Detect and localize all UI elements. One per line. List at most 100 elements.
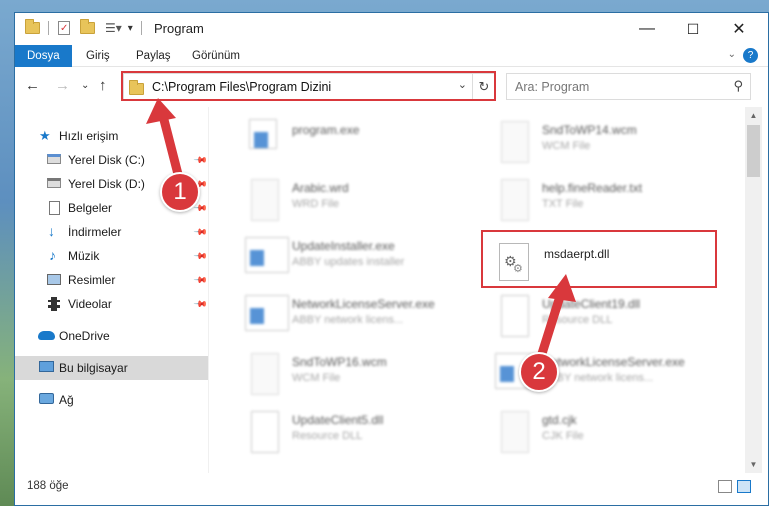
file-type: WRD File bbox=[292, 198, 340, 210]
sidebar-item-downloads[interactable]: ↓ İndirmeler 📌 bbox=[15, 220, 208, 244]
sidebar-item-label: Belgeler bbox=[68, 201, 113, 215]
file-type: TXT File bbox=[542, 198, 584, 210]
file-type: Resource DLL bbox=[292, 430, 363, 442]
up-button[interactable]: ↑ bbox=[99, 77, 107, 94]
tab-home[interactable]: Giriş bbox=[86, 45, 110, 67]
pin-icon[interactable]: 📌 bbox=[193, 296, 208, 312]
scroll-up-icon[interactable]: ▲ bbox=[745, 107, 762, 124]
dll-file-icon bbox=[251, 411, 279, 453]
tab-share[interactable]: Paylaş bbox=[136, 45, 171, 67]
search-icon[interactable]: ⚲ bbox=[733, 78, 743, 94]
sidebar-item-label: OneDrive bbox=[59, 329, 110, 343]
file-name: UpdateClient5.dll bbox=[292, 413, 384, 427]
pin-icon[interactable]: 📌 bbox=[193, 272, 208, 288]
file-icon bbox=[501, 411, 529, 453]
sidebar-item-quick-access[interactable]: ★ Hızlı erişim bbox=[15, 124, 208, 148]
exe-file-icon bbox=[249, 119, 277, 149]
pin-icon[interactable]: 📌 bbox=[193, 224, 208, 240]
toolbar-divider bbox=[140, 21, 142, 35]
tab-file[interactable]: Dosya bbox=[15, 45, 72, 67]
sidebar-item-label: Yerel Disk (D:) bbox=[68, 177, 145, 191]
file-type: CJK File bbox=[542, 430, 584, 442]
sidebar-item-label: İndirmeler bbox=[68, 225, 122, 239]
expand-ribbon-icon[interactable]: ⌄ bbox=[728, 49, 736, 60]
address-highlight-box bbox=[121, 71, 496, 101]
list-item[interactable]: help.fineReader.txt TXT File bbox=[459, 173, 709, 231]
step-2-badge: 2 bbox=[519, 352, 559, 392]
file-type: WCM File bbox=[542, 140, 591, 152]
sidebar-item-this-pc[interactable]: Bu bilgisayar bbox=[15, 356, 208, 380]
list-item[interactable]: program.exe bbox=[209, 115, 459, 173]
file-icon bbox=[501, 121, 529, 163]
sidebar-item-videos[interactable]: Videolar 📌 bbox=[15, 292, 208, 316]
back-button[interactable]: ← bbox=[25, 77, 40, 94]
list-item[interactable]: SndToWP14.wcm WCM File bbox=[459, 115, 709, 173]
sidebar-item-pictures[interactable]: Resimler 📌 bbox=[15, 268, 208, 292]
maximize-button[interactable]: ☐ bbox=[670, 13, 716, 45]
list-item[interactable]: UpdateClient5.dll Resource DLL bbox=[209, 405, 459, 463]
documents-icon bbox=[49, 201, 60, 215]
navigation-pane: ★ Hızlı erişim Yerel Disk (C:) 📌 Yerel D… bbox=[15, 107, 208, 473]
toolbar-dropdown-icon[interactable]: ▾ bbox=[128, 23, 133, 34]
new-folder-icon[interactable] bbox=[80, 19, 95, 34]
list-item[interactable]: gtd.cjk CJK File bbox=[459, 405, 709, 463]
list-item[interactable]: NetworkLicenseServer.exe ABBY network li… bbox=[459, 347, 709, 405]
customize-toolbar-icon[interactable]: ☰▾ bbox=[105, 21, 122, 35]
file-icon bbox=[251, 353, 279, 395]
file-name: SndToWP16.wcm bbox=[292, 355, 387, 369]
properties-icon[interactable]: ✓ bbox=[58, 21, 70, 35]
list-item[interactable]: UpdateClient19.dll Resource DLL bbox=[459, 289, 709, 347]
large-icons-view-icon[interactable] bbox=[737, 480, 751, 493]
window-title: Program bbox=[154, 21, 204, 36]
details-view-icon[interactable] bbox=[718, 480, 732, 493]
help-icon[interactable]: ? bbox=[743, 48, 758, 63]
file-name: NetworkLicenseServer.exe bbox=[542, 355, 685, 369]
list-item[interactable]: UpdateInstaller.exe ABBY updates install… bbox=[209, 231, 459, 289]
file-type: ABBY network licens... bbox=[292, 314, 404, 326]
pin-icon[interactable]: 📌 bbox=[193, 248, 208, 264]
ribbon-tabs: Dosya Giriş Paylaş Görünüm ⌄ ? bbox=[15, 45, 768, 67]
search-placeholder[interactable]: Ara: Program bbox=[515, 80, 589, 94]
sidebar-item-label: Resimler bbox=[68, 273, 116, 287]
forward-button[interactable]: → bbox=[55, 77, 70, 94]
file-type: Resource DLL bbox=[542, 314, 613, 326]
file-type: WCM File bbox=[292, 372, 341, 384]
sidebar-item-network[interactable]: Ağ bbox=[15, 388, 208, 412]
sidebar-item-local-disk-c[interactable]: Yerel Disk (C:) 📌 bbox=[15, 148, 208, 172]
scroll-down-icon[interactable]: ▼ bbox=[745, 456, 762, 473]
cloud-icon bbox=[38, 331, 55, 340]
file-name: UpdateClient19.dll bbox=[542, 297, 641, 311]
toolbar-divider bbox=[48, 21, 49, 35]
star-icon: ★ bbox=[39, 128, 51, 143]
file-name: Arabic.wrd bbox=[292, 181, 349, 195]
item-count: 188 öğe bbox=[27, 480, 69, 492]
folder-icon bbox=[25, 19, 40, 34]
recent-locations-icon[interactable]: ⌄ bbox=[81, 80, 89, 91]
drive-icon bbox=[47, 178, 61, 188]
close-button[interactable]: ✕ bbox=[716, 13, 762, 45]
pin-icon[interactable]: 📌 bbox=[193, 152, 208, 168]
dll-file-icon bbox=[501, 295, 529, 337]
search-box[interactable]: Ara: Program ⚲ bbox=[506, 73, 751, 100]
file-name: UpdateInstaller.exe bbox=[292, 239, 395, 253]
scroll-thumb[interactable] bbox=[747, 125, 760, 177]
file-name: NetworkLicenseServer.exe bbox=[292, 297, 435, 311]
download-icon: ↓ bbox=[48, 223, 55, 239]
file-list: program.exe Arabic.wrd WRD File UpdateIn… bbox=[209, 107, 745, 473]
pictures-icon bbox=[47, 274, 61, 285]
computer-icon bbox=[39, 361, 54, 372]
sidebar-item-onedrive[interactable]: OneDrive bbox=[15, 324, 208, 348]
file-name: gtd.cjk bbox=[542, 413, 577, 427]
network-icon bbox=[39, 393, 54, 404]
sidebar-item-music[interactable]: ♪ Müzik 📌 bbox=[15, 244, 208, 268]
exe-file-icon bbox=[245, 237, 289, 273]
minimize-button[interactable]: — bbox=[624, 13, 670, 45]
sidebar-item-label: Ağ bbox=[59, 393, 74, 407]
file-name: help.fineReader.txt bbox=[542, 181, 643, 195]
file-highlight-box bbox=[481, 230, 717, 288]
list-item[interactable]: SndToWP16.wcm WCM File bbox=[209, 347, 459, 405]
list-item[interactable]: Arabic.wrd WRD File bbox=[209, 173, 459, 231]
list-item[interactable]: NetworkLicenseServer.exe ABBY network li… bbox=[209, 289, 459, 347]
tab-view[interactable]: Görünüm bbox=[192, 45, 240, 67]
vertical-scrollbar[interactable]: ▲ ▼ bbox=[745, 107, 762, 473]
